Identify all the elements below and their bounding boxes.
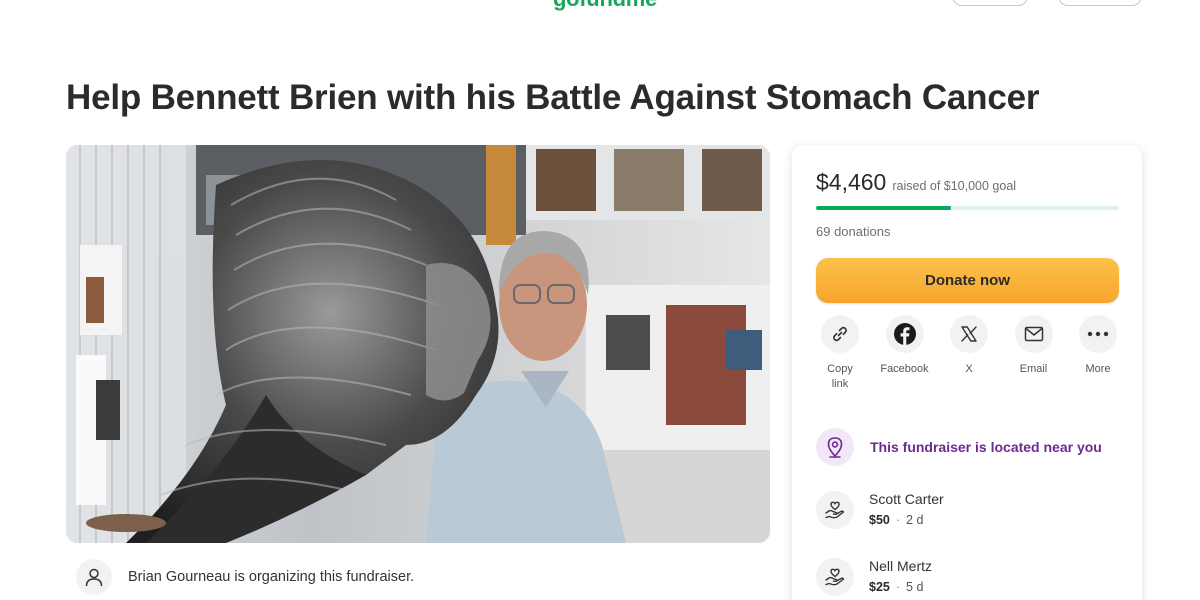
share-copy-link-circle[interactable] (821, 315, 859, 353)
donation-time: 5 d (906, 580, 924, 594)
location-pin-badge (816, 428, 854, 466)
donor-meta: $25 · 5 d (869, 580, 932, 594)
share-facebook-circle[interactable] (885, 315, 924, 353)
page-title: Help Bennett Brien with his Battle Again… (66, 78, 1040, 117)
donation-time: 2 d (906, 513, 924, 527)
more-icon (1087, 331, 1109, 337)
share-x-circle[interactable] (950, 315, 988, 353)
share-email[interactable]: Email (1004, 315, 1064, 392)
share-facebook[interactable]: Facebook (875, 315, 935, 392)
mail-icon (1024, 326, 1043, 342)
start-fundraiser-button[interactable] (1058, 0, 1142, 6)
location-pin-icon (827, 437, 843, 458)
top-navbar: gofundme (0, 0, 1200, 12)
avatar[interactable] (76, 559, 112, 595)
sculpture-photo (66, 145, 770, 543)
share-label: Facebook (880, 363, 929, 375)
donation-card: $4,460 raised of $10,000 goal 69 donatio… (792, 145, 1142, 600)
nearby-notice: This fundraiser is located near you (816, 428, 1102, 466)
share-label: Copy link (827, 363, 853, 390)
share-label: Email (1019, 363, 1048, 375)
organizer-text: Brian Gourneau is organizing this fundra… (128, 569, 415, 585)
progress-bar-fill (816, 206, 952, 210)
heart-hand-icon (825, 501, 845, 519)
donor-meta: $50 · 2 d (869, 513, 944, 527)
separator-dot: · (895, 513, 901, 527)
campaign-hero-image (66, 145, 770, 543)
share-row: Copy link Facebook X Email More (810, 315, 1128, 392)
raised-summary: $4,460 raised of $10,000 goal (816, 169, 1016, 196)
separator-dot: · (895, 580, 901, 594)
gofundme-logo[interactable]: gofundme (553, 0, 657, 12)
donor-badge (816, 558, 854, 596)
nearby-text: This fundraiser is located near you (870, 439, 1102, 455)
raised-goal: raised of $10,000 goal (892, 179, 1017, 193)
donor-info: Nell Mertz $25 · 5 d (869, 558, 932, 594)
donation-amount: $25 (869, 580, 890, 594)
donor-badge (816, 491, 854, 529)
donations-count[interactable]: 69 donations (816, 224, 890, 239)
share-email-circle[interactable] (1014, 315, 1053, 353)
donor-info: Scott Carter $50 · 2 d (869, 491, 944, 527)
donation-list-item: Nell Mertz $25 · 5 d (816, 558, 932, 596)
donation-list-item: Scott Carter $50 · 2 d (816, 491, 944, 529)
donate-now-button[interactable]: Donate now (816, 258, 1119, 303)
link-icon (833, 326, 847, 342)
progress-bar (816, 206, 1119, 210)
donation-amount: $50 (869, 513, 890, 527)
share-x[interactable]: X (939, 315, 999, 392)
sign-in-button[interactable] (952, 0, 1028, 6)
share-more[interactable]: More (1068, 315, 1128, 392)
share-more-circle[interactable] (1079, 315, 1117, 353)
facebook-icon (893, 323, 916, 345)
x-icon (961, 326, 977, 342)
heart-hand-icon (825, 568, 845, 586)
donor-name: Scott Carter (869, 491, 944, 507)
share-label: More (1085, 363, 1111, 375)
share-copy-link[interactable]: Copy link (810, 315, 870, 392)
raised-amount: $4,460 (816, 169, 887, 195)
share-label: X (965, 363, 973, 375)
user-icon (85, 568, 103, 587)
donor-name: Nell Mertz (869, 558, 933, 574)
organizer-row: Brian Gourneau is organizing this fundra… (76, 558, 414, 596)
